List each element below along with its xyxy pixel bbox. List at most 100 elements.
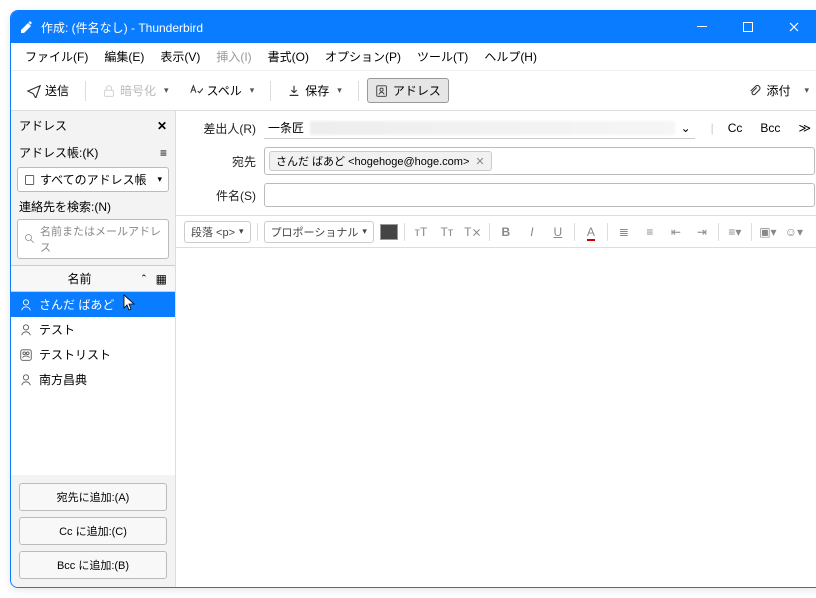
from-name: 一条匠 bbox=[268, 119, 304, 136]
close-button[interactable] bbox=[771, 11, 816, 43]
paragraph-style-value: 段落 <p> bbox=[191, 224, 235, 240]
main-area: 差出人(R) 一条匠 ⌄ | Cc Bcc ≫ 宛先 bbox=[176, 111, 816, 587]
search-icon bbox=[24, 233, 36, 245]
align-icon[interactable]: ≡▾ bbox=[725, 225, 745, 239]
menu-icon[interactable]: ≡ bbox=[160, 146, 167, 160]
col-name: 名前 bbox=[19, 270, 140, 287]
minimize-button[interactable] bbox=[679, 11, 725, 43]
body: アドレス ✕ アドレス帳:(K) ≡ すべてのアドレス帳 ▾ 連絡先を検索:(N… bbox=[11, 111, 816, 587]
bullet-list-icon[interactable]: ≣ bbox=[614, 225, 634, 239]
to-field[interactable]: さんだ ばあど <hogehoge@hoge.com> ✕ bbox=[264, 147, 815, 175]
contact-list: さんだ ばあど テスト テストリスト 南方昌典 bbox=[11, 292, 175, 475]
contact-name: 南方昌典 bbox=[39, 371, 87, 388]
menu-options[interactable]: オプション(P) bbox=[317, 44, 409, 69]
italic-icon[interactable]: I bbox=[522, 225, 542, 239]
chevron-down-icon: ▾ bbox=[164, 85, 169, 96]
insert-image-icon[interactable]: ▣▾ bbox=[758, 225, 778, 239]
spell-button[interactable]: スペル ▾ bbox=[181, 78, 263, 103]
cc-button[interactable]: Cc bbox=[724, 119, 747, 137]
paperclip-icon bbox=[748, 84, 762, 98]
person-icon bbox=[19, 298, 33, 312]
bcc-button[interactable]: Bcc bbox=[756, 119, 784, 137]
add-bcc-button[interactable]: Bcc に追加:(B) bbox=[19, 551, 167, 579]
person-icon bbox=[19, 323, 33, 337]
compose-window: 作成: (件名なし) - Thunderbird ファイル(F) 編集(E) 表… bbox=[10, 10, 816, 588]
underline-icon[interactable]: U bbox=[548, 225, 568, 239]
subject-label: 件名(S) bbox=[186, 187, 256, 204]
encrypt-button[interactable]: 暗号化 ▾ bbox=[94, 78, 177, 103]
chevron-down-icon: ▾ bbox=[804, 85, 809, 96]
send-button[interactable]: 送信 bbox=[19, 78, 77, 103]
contact-row[interactable]: さんだ ばあど bbox=[11, 292, 175, 317]
chevron-down-icon: ▾ bbox=[337, 85, 342, 96]
address-book-picker[interactable]: すべてのアドレス帳 ▾ bbox=[17, 167, 169, 192]
clear-format-icon[interactable]: T⨯ bbox=[463, 225, 483, 239]
contact-row[interactable]: テストリスト bbox=[11, 342, 175, 367]
menu-view[interactable]: 表示(V) bbox=[152, 44, 208, 69]
menu-tools[interactable]: ツール(T) bbox=[409, 44, 476, 69]
menu-insert[interactable]: 挿入(I) bbox=[208, 44, 259, 69]
search-placeholder: 名前またはメールアドレス bbox=[40, 223, 162, 255]
outdent-icon[interactable]: ⇤ bbox=[666, 225, 686, 239]
save-icon bbox=[287, 84, 301, 98]
color-swatch[interactable] bbox=[380, 224, 398, 240]
attach-button[interactable]: 添付 ▾ bbox=[740, 78, 816, 103]
mouse-cursor-icon bbox=[123, 294, 137, 312]
more-button[interactable]: ≫ bbox=[794, 119, 815, 137]
search-label: 連絡先を検索:(N) bbox=[11, 198, 175, 217]
to-label: 宛先 bbox=[186, 153, 256, 170]
sidebar-title: アドレス bbox=[19, 117, 67, 134]
column-picker-icon[interactable]: ▦ bbox=[156, 272, 167, 286]
window-title: 作成: (件名なし) - Thunderbird bbox=[41, 19, 679, 36]
address-book-label: アドレス帳:(K) bbox=[19, 144, 98, 161]
contact-search[interactable]: 名前またはメールアドレス bbox=[17, 219, 169, 259]
titlebar: 作成: (件名なし) - Thunderbird bbox=[11, 11, 816, 43]
menubar: ファイル(F) 編集(E) 表示(V) 挿入(I) 書式(O) オプション(P)… bbox=[11, 43, 816, 71]
chevron-down-icon: ▾ bbox=[157, 174, 162, 185]
column-header[interactable]: 名前 ⌃ ▦ bbox=[11, 265, 175, 292]
from-address-blurred bbox=[310, 121, 675, 135]
person-icon bbox=[19, 373, 33, 387]
lock-icon bbox=[102, 84, 116, 98]
emoji-icon[interactable]: ☺▾ bbox=[784, 225, 804, 239]
font-picker[interactable]: プロポーショナル▾ bbox=[264, 221, 374, 243]
contact-name: テストリスト bbox=[39, 346, 111, 363]
pencil-icon bbox=[19, 19, 35, 35]
from-picker[interactable]: 一条匠 ⌄ bbox=[264, 117, 695, 139]
number-list-icon[interactable]: ≡ bbox=[640, 225, 660, 239]
save-label: 保存 bbox=[305, 82, 329, 99]
indent-icon[interactable]: ⇥ bbox=[692, 225, 712, 239]
add-cc-button[interactable]: Cc に追加:(C) bbox=[19, 517, 167, 545]
maximize-button[interactable] bbox=[725, 11, 771, 43]
attach-label: 添付 bbox=[766, 82, 790, 99]
menu-file[interactable]: ファイル(F) bbox=[17, 44, 96, 69]
menu-edit[interactable]: 編集(E) bbox=[96, 44, 152, 69]
text-color-icon[interactable]: A bbox=[581, 225, 601, 239]
subject-input[interactable] bbox=[264, 183, 815, 207]
book-icon bbox=[24, 174, 36, 186]
increase-font-icon[interactable]: Tᴛ bbox=[437, 225, 457, 239]
toolbar: 送信 暗号化 ▾ スペル ▾ 保存 ▾ アドレス 添付 ▾ bbox=[11, 71, 816, 111]
recipient-chip[interactable]: さんだ ばあど <hogehoge@hoge.com> ✕ bbox=[269, 151, 492, 171]
remove-chip-icon[interactable]: ✕ bbox=[475, 155, 484, 168]
contact-name: テスト bbox=[39, 321, 75, 338]
format-toolbar: 段落 <p>▾ プロポーショナル▾ ᴛT Tᴛ T⨯ B I U A ≣ ≡ ⇤… bbox=[176, 216, 816, 248]
decrease-font-icon[interactable]: ᴛT bbox=[411, 225, 431, 239]
encrypt-label: 暗号化 bbox=[120, 82, 156, 99]
save-button[interactable]: 保存 ▾ bbox=[279, 78, 350, 103]
recipient-chip-text: さんだ ばあど <hogehoge@hoge.com> bbox=[276, 153, 469, 169]
close-icon[interactable]: ✕ bbox=[157, 119, 167, 133]
contact-row[interactable]: 南方昌典 bbox=[11, 367, 175, 392]
message-body[interactable] bbox=[176, 248, 816, 587]
address-toggle[interactable]: アドレス bbox=[367, 78, 449, 103]
menu-format[interactable]: 書式(O) bbox=[260, 44, 317, 69]
menu-help[interactable]: ヘルプ(H) bbox=[476, 44, 545, 69]
address-book-value: すべてのアドレス帳 bbox=[40, 171, 153, 188]
contacts-sidebar: アドレス ✕ アドレス帳:(K) ≡ すべてのアドレス帳 ▾ 連絡先を検索:(N… bbox=[11, 111, 176, 587]
bold-icon[interactable]: B bbox=[496, 225, 516, 239]
add-to-button[interactable]: 宛先に追加:(A) bbox=[19, 483, 167, 511]
paragraph-style-picker[interactable]: 段落 <p>▾ bbox=[184, 221, 251, 243]
contact-row[interactable]: テスト bbox=[11, 317, 175, 342]
divider: | bbox=[711, 121, 714, 135]
chevron-down-icon: ⌄ bbox=[681, 121, 691, 135]
